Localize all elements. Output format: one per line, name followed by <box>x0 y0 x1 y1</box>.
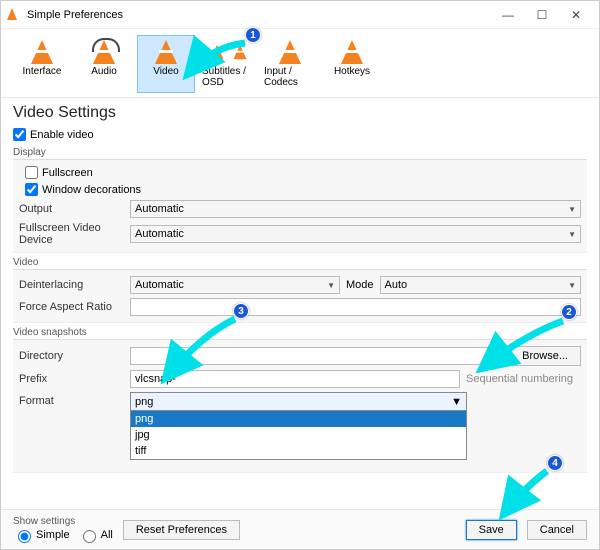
cancel-button[interactable]: Cancel <box>527 520 587 540</box>
prefix-input[interactable] <box>130 370 460 388</box>
cone-icon <box>155 40 177 64</box>
tab-label: Input / Codecs <box>264 66 316 88</box>
fs-device-select[interactable]: Automatic ▼ <box>130 225 581 243</box>
format-select[interactable]: png ▼ png jpg tiff <box>130 392 467 460</box>
enable-video-row: Enable video <box>13 126 587 143</box>
maximize-button[interactable]: ☐ <box>525 8 559 22</box>
sequential-numbering-label: Sequential numbering <box>466 373 573 385</box>
tab-label: Hotkeys <box>334 66 370 77</box>
save-button[interactable]: Save <box>466 520 517 540</box>
tab-audio[interactable]: Audio <box>75 35 133 93</box>
mode-simple-radio[interactable]: Simple <box>13 527 70 543</box>
format-label: Format <box>19 395 124 407</box>
tab-input-codecs[interactable]: Input / Codecs <box>261 35 319 93</box>
annotation-badge-4: 4 <box>547 455 563 471</box>
group-snapshots-label: Video snapshots <box>13 327 587 338</box>
chevron-down-icon: ▼ <box>568 281 576 290</box>
fullscreen-checkbox[interactable] <box>25 166 38 179</box>
tab-label: Interface <box>23 66 62 77</box>
chevron-down-icon: ▼ <box>327 281 335 290</box>
mode-all-label: All <box>101 529 113 541</box>
tab-video[interactable]: Video <box>137 35 195 93</box>
output-select[interactable]: Automatic ▼ <box>130 200 581 218</box>
browse-button[interactable]: Browse... <box>509 346 581 366</box>
deinterlacing-value: Automatic <box>135 279 184 291</box>
fullscreen-label: Fullscreen <box>42 167 93 179</box>
format-option-jpg[interactable]: jpg <box>131 427 466 443</box>
page-title: Video Settings <box>1 98 599 126</box>
deint-mode-label: Mode <box>346 279 374 291</box>
cone-icon <box>31 40 53 64</box>
cone-icon <box>279 40 301 64</box>
category-toolbar: Interface Audio Video Subtitles / OSD In… <box>1 29 599 98</box>
group-video: Deinterlacing Automatic ▼ Mode Auto ▼ Fo… <box>13 269 587 323</box>
enable-video-label: Enable video <box>30 129 94 141</box>
group-video-label: Video <box>13 257 587 268</box>
format-option-png[interactable]: png <box>131 411 466 427</box>
chevron-down-icon: ▼ <box>451 396 462 408</box>
settings-panel: Enable video Display Fullscreen Window d… <box>1 126 599 473</box>
fs-device-value: Automatic <box>135 228 184 240</box>
window-title: Simple Preferences <box>27 9 491 21</box>
chevron-down-icon: ▼ <box>568 230 576 239</box>
chevron-down-icon: ▼ <box>568 205 576 214</box>
annotation-badge-2: 2 <box>561 304 577 320</box>
group-display: Fullscreen Window decorations Output Aut… <box>13 159 587 253</box>
mode-all-radio[interactable]: All <box>78 527 113 543</box>
titlebar: Simple Preferences — ☐ ✕ <box>1 1 599 29</box>
prefix-label: Prefix <box>19 373 124 385</box>
deint-mode-value: Auto <box>385 279 408 291</box>
format-value: png <box>135 396 153 408</box>
window-decorations-label: Window decorations <box>42 184 141 196</box>
deinterlacing-select[interactable]: Automatic ▼ <box>130 276 340 294</box>
app-icon <box>7 8 21 22</box>
directory-label: Directory <box>19 350 124 362</box>
minimize-button[interactable]: — <box>491 8 525 22</box>
footer: Show settings Simple All Reset Preferenc… <box>1 509 599 549</box>
tab-label: Audio <box>91 66 117 77</box>
cone-headphones-icon <box>93 40 115 64</box>
annotation-badge-1: 1 <box>245 27 261 43</box>
directory-input[interactable] <box>130 347 503 365</box>
window-decorations-checkbox[interactable] <box>25 183 38 196</box>
show-settings-label: Show settings <box>13 516 113 527</box>
tab-interface[interactable]: Interface <box>13 35 71 93</box>
reset-preferences-button[interactable]: Reset Preferences <box>123 520 240 540</box>
close-button[interactable]: ✕ <box>559 8 593 22</box>
group-display-label: Display <box>13 147 587 158</box>
output-label: Output <box>19 203 124 215</box>
tab-hotkeys[interactable]: Hotkeys <box>323 35 381 93</box>
cone-icon <box>341 40 363 64</box>
deinterlacing-label: Deinterlacing <box>19 279 124 291</box>
deint-mode-select[interactable]: Auto ▼ <box>380 276 581 294</box>
mode-simple-label: Simple <box>36 529 70 541</box>
cone-pair-icon <box>206 40 251 66</box>
format-option-tiff[interactable]: tiff <box>131 443 466 459</box>
output-value: Automatic <box>135 203 184 215</box>
force-aspect-label: Force Aspect Ratio <box>19 301 124 313</box>
format-select-wrapper: png ▼ png jpg tiff <box>130 392 467 410</box>
fs-device-label: Fullscreen Video Device <box>19 222 124 246</box>
force-aspect-input[interactable] <box>130 298 581 316</box>
annotation-badge-3: 3 <box>233 303 249 319</box>
tab-subtitles-osd[interactable]: Subtitles / OSD <box>199 35 257 93</box>
tab-label: Video <box>153 66 178 77</box>
tab-label: Subtitles / OSD <box>202 66 254 88</box>
enable-video-checkbox[interactable] <box>13 128 26 141</box>
group-snapshots: Directory Browse... Prefix Sequential nu… <box>13 339 587 473</box>
